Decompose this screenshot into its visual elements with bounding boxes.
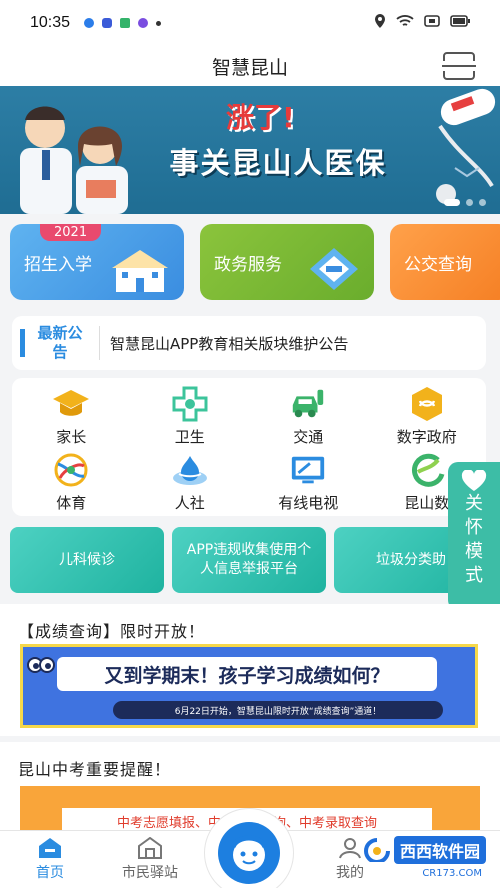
year-badge: 2021 bbox=[40, 224, 102, 241]
tab-home[interactable]: 首页 bbox=[0, 831, 100, 888]
privacy-report-card[interactable]: APP违规收集使用个人信息举报平台 bbox=[172, 527, 326, 593]
tv-icon bbox=[289, 452, 327, 488]
service-traffic[interactable]: 交通 bbox=[249, 382, 368, 448]
user-icon bbox=[339, 838, 361, 859]
care-mode-button[interactable]: 关怀模式 bbox=[448, 462, 500, 610]
bus-query-label: 公交查询 bbox=[404, 254, 472, 275]
sim-icon bbox=[424, 15, 440, 31]
watermark-logo-icon bbox=[364, 838, 390, 862]
gov-service-label: 政务服务 bbox=[214, 254, 282, 275]
social-icon bbox=[171, 452, 209, 488]
title-bar: 智慧昆山 bbox=[0, 46, 500, 86]
message-icon bbox=[102, 18, 113, 28]
notification-icons bbox=[84, 18, 162, 28]
feature-label: 垃圾分类助 bbox=[376, 551, 446, 568]
notice-text: 智慧昆山APP教育相关版块维护公告 bbox=[110, 334, 349, 353]
pagination-dot bbox=[466, 199, 473, 206]
tab-station[interactable]: 市民驿站 bbox=[100, 831, 200, 888]
score-section: 【成绩查询】限时开放！ 又到学期末！孩子学习成绩如何？ 6月22日开始，智慧昆山… bbox=[0, 604, 500, 736]
service-sports[interactable]: 体育 bbox=[12, 448, 131, 514]
tab-mine-label: 我的 bbox=[336, 865, 364, 881]
feature-label: APP违规收集使用个人信息举报平台 bbox=[186, 542, 312, 577]
data-icon bbox=[408, 452, 446, 488]
score-headline: 又到学期末！孩子学习成绩如何？ bbox=[57, 657, 437, 691]
watermark-text: 西西软件园 bbox=[393, 836, 486, 864]
mascot-icon bbox=[27, 657, 55, 673]
notice-accent bbox=[20, 329, 25, 357]
page-title: 智慧昆山 bbox=[211, 56, 288, 79]
pagination-dot bbox=[479, 199, 486, 206]
service-label: 家长 bbox=[56, 428, 87, 446]
service-cable-tv[interactable]: 有线电视 bbox=[249, 448, 368, 514]
score-banner[interactable]: 又到学期末！孩子学习成绩如何？ 6月22日开始，智慧昆山限时开放“成绩查询”通道… bbox=[20, 644, 478, 728]
bus-query-card[interactable]: 公交查询 bbox=[390, 224, 500, 300]
government-icon bbox=[408, 386, 446, 422]
location-icon bbox=[374, 14, 386, 32]
status-bar: 10:35 bbox=[0, 0, 500, 46]
service-label: 交通 bbox=[293, 428, 324, 446]
notice-bar[interactable]: 最新公告 智慧昆山APP教育相关版块维护公告 bbox=[12, 316, 486, 370]
gov-service-card[interactable]: 政务服务 bbox=[200, 224, 374, 300]
feature-cards: 儿科候诊 APP违规收集使用个人信息举报平台 垃圾分类助 bbox=[10, 527, 500, 595]
station-icon bbox=[138, 837, 162, 859]
home-icon bbox=[39, 838, 61, 858]
pagination-dot bbox=[444, 199, 460, 206]
banner-tag: 涨了! bbox=[226, 101, 295, 134]
app-notification-icon bbox=[84, 18, 95, 28]
score-section-title: 【成绩查询】限时开放！ bbox=[18, 622, 206, 641]
banner-headline: 事关昆山人医保 bbox=[169, 146, 387, 180]
service-digital-gov[interactable]: 数字政府 bbox=[368, 382, 487, 448]
assistant-face-icon bbox=[218, 822, 280, 884]
service-label: 数字政府 bbox=[396, 428, 457, 446]
battery-icon bbox=[450, 15, 470, 31]
more-dot-icon bbox=[156, 20, 162, 26]
car-icon bbox=[289, 386, 327, 422]
banner-pagination bbox=[444, 199, 486, 206]
service-label: 昆山数 bbox=[404, 494, 450, 512]
watermark: 西西软件园 bbox=[364, 836, 486, 864]
service-hr-social[interactable]: 人社 bbox=[131, 448, 250, 514]
center-assistant-button[interactable] bbox=[204, 808, 294, 888]
notice-tag: 最新公告 bbox=[37, 324, 83, 361]
notice-divider bbox=[99, 326, 100, 360]
service-health[interactable]: 卫生 bbox=[131, 382, 250, 448]
school-icon bbox=[112, 250, 168, 292]
wifi-icon bbox=[396, 14, 414, 32]
service-label: 人社 bbox=[174, 494, 205, 512]
enrollment-card[interactable]: 2021 招生入学 bbox=[10, 224, 184, 300]
service-label: 体育 bbox=[56, 494, 87, 512]
circle-app-icon bbox=[138, 18, 149, 28]
watermark-subtext: CR173.COM bbox=[422, 868, 482, 879]
status-time: 10:35 bbox=[30, 14, 71, 31]
hero-banner[interactable]: 涨了! 事关昆山人医保 bbox=[0, 86, 500, 214]
service-label: 有线电视 bbox=[278, 494, 339, 512]
service-label: 卫生 bbox=[174, 428, 205, 446]
service-grid: 家长 卫生 交通 数字政府 体育 人社 有线电视 昆山数 bbox=[12, 378, 486, 516]
medical-cross-icon bbox=[171, 386, 209, 422]
scan-icon[interactable] bbox=[442, 52, 476, 80]
gov-logo-icon bbox=[310, 248, 358, 290]
score-subtitle: 6月22日开始，智慧昆山限时开放“成绩查询”通道！ bbox=[113, 701, 443, 719]
tab-station-label: 市民驿站 bbox=[122, 865, 178, 881]
feature-label: 儿科候诊 bbox=[59, 551, 115, 568]
exam-section-title: 昆山中考重要提醒！ bbox=[18, 760, 172, 779]
graduation-cap-icon bbox=[52, 386, 90, 422]
care-mode-label: 关怀模式 bbox=[465, 493, 483, 586]
sports-icon bbox=[52, 452, 90, 488]
status-right bbox=[374, 14, 470, 32]
enrollment-label: 招生入学 bbox=[24, 254, 92, 275]
pediatric-queue-card[interactable]: 儿科候诊 bbox=[10, 527, 164, 593]
service-parents[interactable]: 家长 bbox=[12, 382, 131, 448]
heart-icon bbox=[461, 470, 487, 491]
tab-home-label: 首页 bbox=[36, 865, 64, 881]
quick-cards: 2021 招生入学 政务服务 公交查询 bbox=[10, 224, 500, 302]
play-icon bbox=[120, 18, 131, 28]
